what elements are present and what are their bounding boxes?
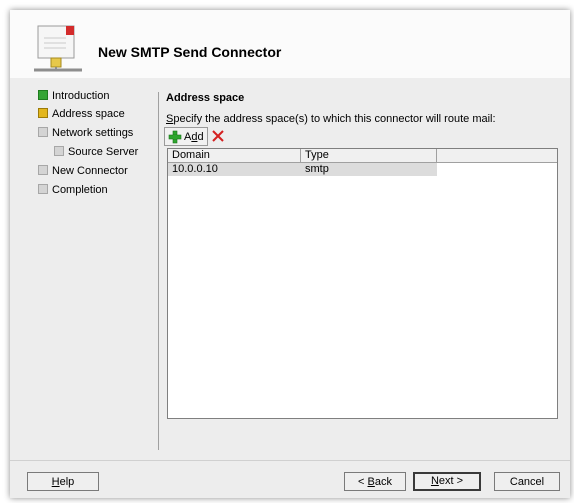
back-button[interactable]: < Back xyxy=(344,472,406,491)
nav-item-completion[interactable]: Completion xyxy=(38,184,108,198)
instruction-text: Specify the address space(s) to which th… xyxy=(166,113,496,125)
wizard-header: New SMTP Send Connector xyxy=(10,10,570,78)
nav-divider xyxy=(158,92,159,450)
back-mnemonic: B xyxy=(367,476,375,488)
help-label: elp xyxy=(59,476,75,488)
wizard-window: New SMTP Send Connector Introduction Add… xyxy=(10,10,570,498)
section-title: Address space xyxy=(166,92,245,104)
nav-item-label: Network settings xyxy=(52,127,134,139)
help-button[interactable]: Help xyxy=(27,472,99,491)
list-header: Domain Type xyxy=(168,149,557,163)
send-connector-icon xyxy=(34,25,82,72)
nav-item-introduction[interactable]: Introduction xyxy=(38,90,109,104)
nav-item-network-settings[interactable]: Network settings xyxy=(38,127,133,141)
next-label: ext > xyxy=(438,475,464,487)
nav-item-label: Completion xyxy=(52,184,108,196)
next-mnemonic: N xyxy=(430,475,439,487)
back-prefix: < xyxy=(358,476,368,488)
step-pending-icon xyxy=(38,165,48,175)
nav-item-label: New Connector xyxy=(52,165,128,177)
column-header-type[interactable]: Type xyxy=(301,149,437,162)
step-current-icon xyxy=(38,108,48,118)
add-label-prefix: A xyxy=(184,130,192,143)
page-title: New SMTP Send Connector xyxy=(98,44,282,60)
nav-item-label: Source Server xyxy=(68,146,139,158)
delete-icon[interactable] xyxy=(212,130,224,142)
step-complete-icon xyxy=(38,90,48,100)
nav-item-label: Address space xyxy=(52,108,125,120)
green-plus-icon xyxy=(168,130,182,143)
nav-item-address-space[interactable]: Address space xyxy=(38,108,125,122)
back-label: ack xyxy=(374,476,392,488)
table-row[interactable]: 10.0.0.10 smtp xyxy=(168,163,437,176)
footer-divider xyxy=(10,460,570,461)
step-pending-icon xyxy=(38,127,48,137)
help-mnemonic: H xyxy=(51,476,60,488)
nav-item-source-server[interactable]: Source Server xyxy=(54,146,138,160)
add-button[interactable]: Add xyxy=(164,127,208,146)
cancel-button[interactable]: Cancel xyxy=(494,472,560,491)
column-header-domain[interactable]: Domain xyxy=(168,149,301,162)
step-pending-icon xyxy=(38,184,48,194)
nav-item-new-connector[interactable]: New Connector xyxy=(38,165,128,179)
cell-domain: 10.0.0.10 xyxy=(172,163,218,175)
address-space-list[interactable]: Domain Type 10.0.0.10 smtp xyxy=(167,148,558,419)
cell-type: smtp xyxy=(305,163,329,175)
instruction-rest: pecify the address space(s) to which thi… xyxy=(173,113,496,125)
nav-item-label: Introduction xyxy=(52,90,110,102)
step-pending-icon xyxy=(54,146,64,156)
add-label-suffix: d xyxy=(197,130,204,143)
next-button[interactable]: Next > xyxy=(413,472,481,491)
